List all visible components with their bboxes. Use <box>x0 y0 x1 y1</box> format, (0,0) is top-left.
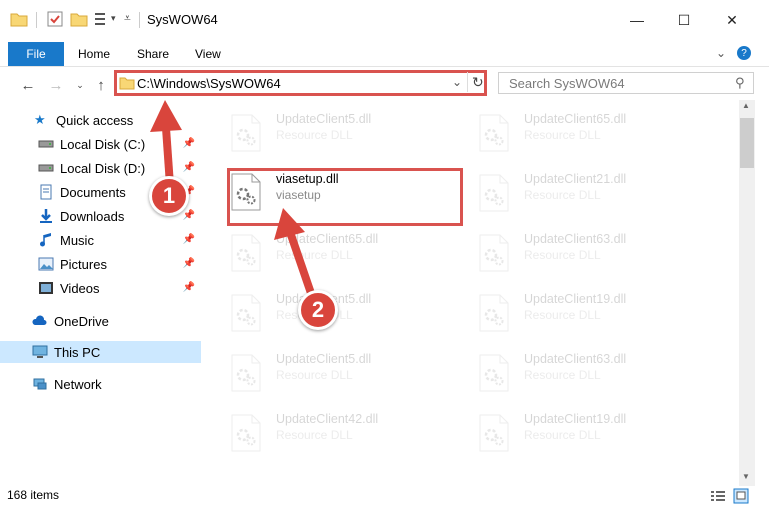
callout-2: 2 <box>298 290 338 330</box>
annotation-arrows <box>150 100 318 304</box>
callout-1: 1 <box>149 176 189 216</box>
